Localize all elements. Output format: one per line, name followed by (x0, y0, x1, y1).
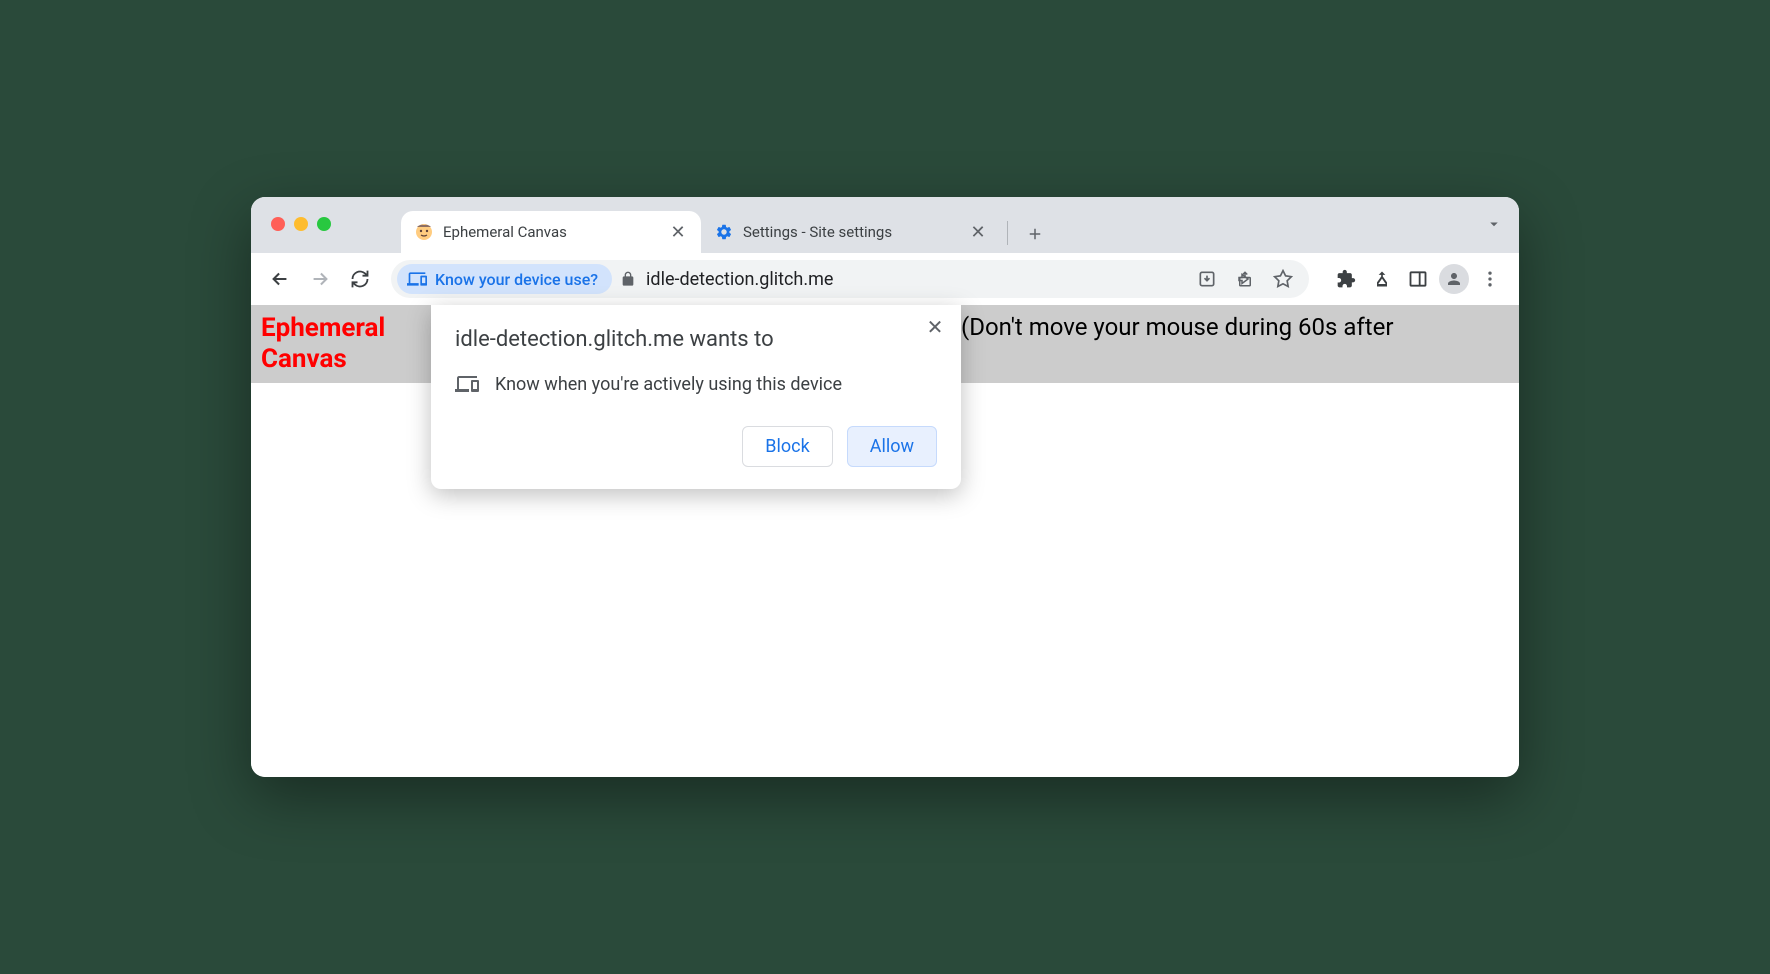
tab-title: Ephemeral Canvas (443, 223, 659, 241)
browser-window: Ephemeral Canvas ✕ Settings - Site setti… (251, 197, 1519, 777)
close-popup-button[interactable]: ✕ (923, 315, 947, 339)
devices-icon (455, 372, 479, 396)
person-icon (1439, 264, 1469, 294)
toolbar-actions (1329, 262, 1507, 296)
lock-icon[interactable] (620, 271, 636, 287)
extensions-icon[interactable] (1329, 262, 1363, 296)
toolbar: Know your device use? idle-detection.gli… (251, 253, 1519, 305)
popup-permission-row: Know when you're actively using this dev… (455, 372, 937, 396)
address-bar[interactable]: Know your device use? idle-detection.gli… (391, 260, 1309, 298)
back-button[interactable] (263, 262, 297, 296)
close-tab-button[interactable]: ✕ (969, 223, 987, 241)
face-icon (415, 223, 433, 241)
gear-icon (715, 223, 733, 241)
tabs-dropdown-button[interactable] (1485, 215, 1503, 233)
tab-settings[interactable]: Settings - Site settings ✕ (701, 211, 1001, 253)
devices-icon (407, 269, 427, 289)
install-icon[interactable] (1191, 263, 1223, 295)
tab-strip: Ephemeral Canvas ✕ Settings - Site setti… (251, 197, 1519, 253)
share-icon[interactable] (1229, 263, 1261, 295)
new-tab-button[interactable] (1020, 219, 1050, 249)
maximize-window-button[interactable] (317, 217, 331, 231)
block-button[interactable]: Block (742, 426, 832, 467)
tab-ephemeral-canvas[interactable]: Ephemeral Canvas ✕ (401, 211, 701, 253)
popup-buttons: Block Allow (455, 426, 937, 467)
profile-button[interactable] (1437, 262, 1471, 296)
minimize-window-button[interactable] (294, 217, 308, 231)
popup-title: idle-detection.glitch.me wants to (455, 327, 937, 352)
permission-popup: ✕ idle-detection.glitch.me wants to Know… (431, 305, 961, 489)
forward-button[interactable] (303, 262, 337, 296)
popup-permission-text: Know when you're actively using this dev… (495, 374, 842, 395)
page-instruction: (Don't move your mouse during 60s after (961, 313, 1393, 341)
close-tab-button[interactable]: ✕ (669, 223, 687, 241)
permission-chip[interactable]: Know your device use? (397, 264, 612, 294)
allow-button[interactable]: Allow (847, 426, 937, 467)
page-content: Ephemeral Canvas (Don't move your mouse … (251, 305, 1519, 777)
tab-title: Settings - Site settings (743, 223, 959, 241)
sidepanel-icon[interactable] (1401, 262, 1435, 296)
page-title: Ephemeral Canvas (261, 313, 421, 375)
url-area: idle-detection.glitch.me (620, 269, 1183, 290)
address-actions (1191, 263, 1299, 295)
bookmark-star-icon[interactable] (1267, 263, 1299, 295)
tab-separator (1007, 221, 1008, 245)
close-window-button[interactable] (271, 217, 285, 231)
menu-button[interactable] (1473, 262, 1507, 296)
reload-button[interactable] (343, 262, 377, 296)
window-controls (271, 217, 331, 231)
tabs-container: Ephemeral Canvas ✕ Settings - Site setti… (401, 197, 1050, 253)
url-text: idle-detection.glitch.me (646, 269, 833, 290)
permission-chip-label: Know your device use? (435, 270, 598, 289)
flask-icon[interactable] (1365, 262, 1399, 296)
